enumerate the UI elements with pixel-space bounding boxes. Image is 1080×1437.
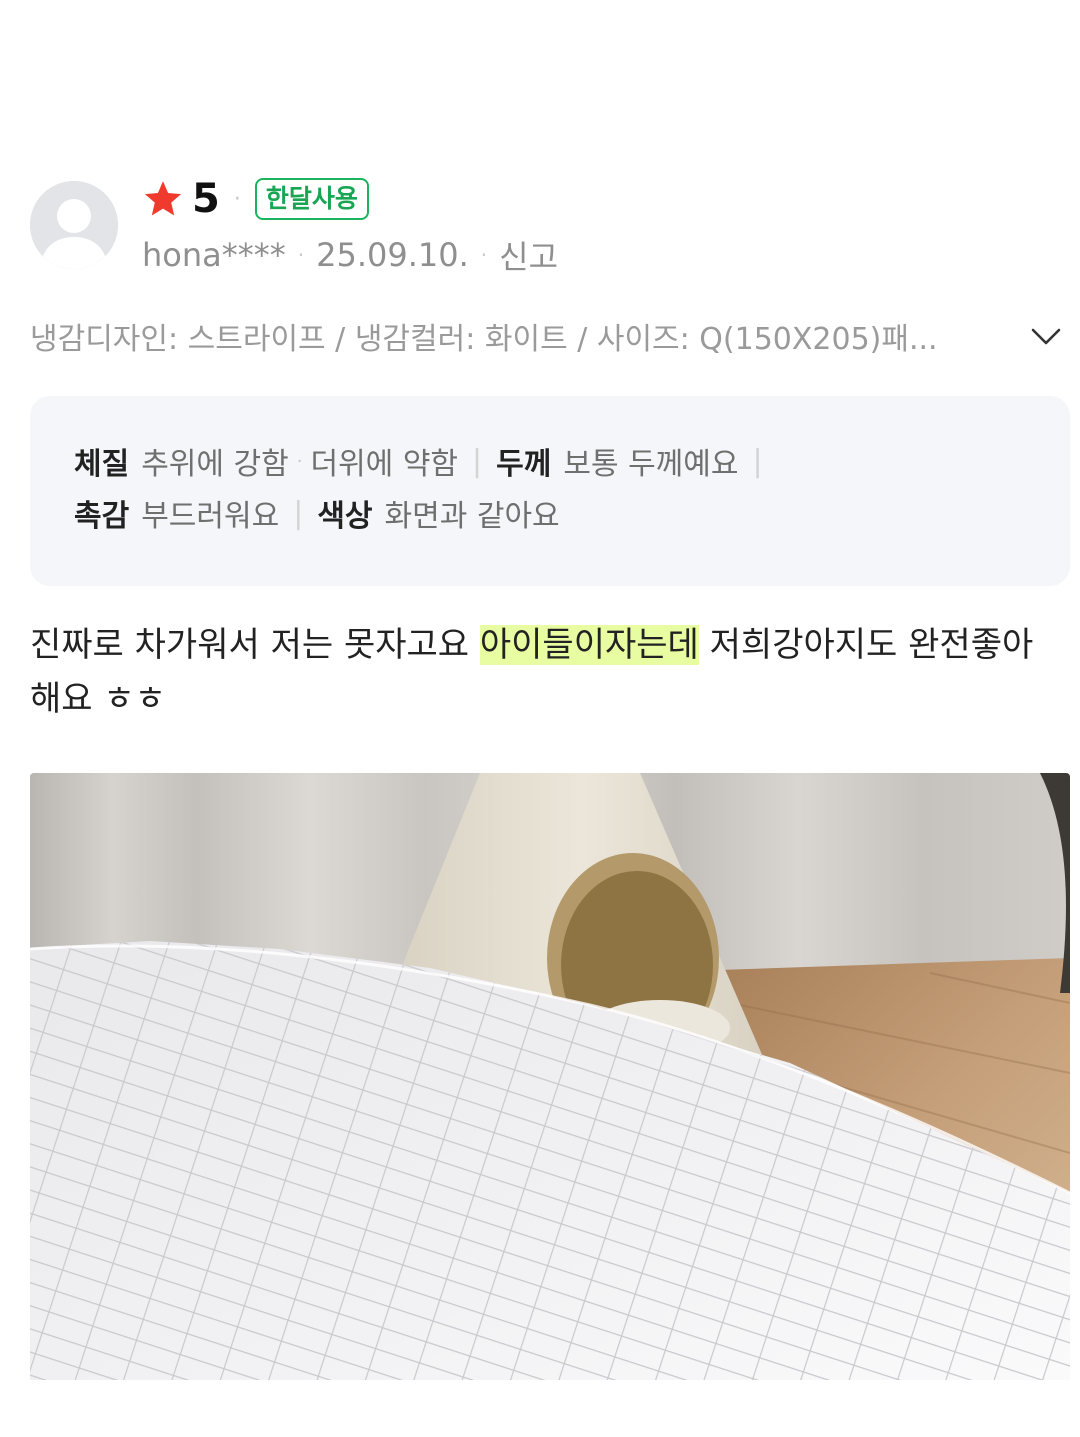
separator-dot: · [233, 186, 241, 212]
purchase-options-text: 냉감디자인: 스트라이프 / 냉감컬러: 화이트 / 사이즈: Q(150X20… [30, 322, 938, 357]
attribute-value: 부드러워요 [141, 499, 280, 534]
review-text: 진짜로 차가워서 저는 못자고요 [30, 625, 480, 665]
usage-badge: 한달사용 [254, 178, 369, 220]
rating-score: 5 [192, 176, 220, 222]
report-button[interactable]: 신고 [499, 232, 558, 278]
rating-row: 5 · 한달사용 [142, 176, 369, 222]
divider: | [752, 443, 763, 479]
review-attributes: 체질 추위에 강함 · 더위에 약함 | 두께 보통 두께예요 | 촉감 부드러… [30, 396, 1070, 586]
attribute-value: 보통 두께예요 [563, 447, 739, 482]
review-photo[interactable] [30, 773, 1070, 1380]
attribute-value: 추위에 강함 [141, 447, 289, 482]
attribute-key-texture: 촉감 [74, 499, 130, 534]
attribute-line: 촉감 부드러워요 | 색상 화면과 같아요 [74, 492, 560, 535]
separator-dot: · [297, 243, 305, 267]
review-body: 진짜로 차가워서 저는 못자고요 아이들이자는데 저희강아지도 완전좋아해요 ㅎ… [30, 618, 1060, 726]
divider: | [472, 443, 483, 479]
attribute-key-color: 색상 [317, 499, 373, 534]
attribute-key-constitution: 체질 [74, 447, 130, 482]
attribute-key-thickness: 두께 [496, 447, 552, 482]
chevron-down-icon[interactable] [1030, 322, 1062, 350]
review-card: 5 · 한달사용 hona**** · 25.09.10. · 신고 냉감디자인… [0, 0, 1080, 1437]
attribute-line: 체질 추위에 강함 · 더위에 약함 | 두께 보통 두께예요 | [74, 440, 777, 483]
avatar[interactable] [30, 181, 118, 269]
divider: | [293, 495, 304, 531]
author-name: hona**** [142, 236, 286, 274]
attribute-value: 화면과 같아요 [384, 499, 560, 534]
photo-bed-pad-with-pet-tent [30, 773, 1070, 1380]
user-placeholder-icon [30, 181, 118, 269]
attribute-value: 더위에 약함 [310, 447, 459, 482]
review-meta: hona**** · 25.09.10. · 신고 [142, 233, 558, 277]
review-highlight: 아이들이자는데 [479, 625, 699, 665]
review-date: 25.09.10. [316, 236, 469, 274]
separator-dot: · [296, 450, 303, 472]
star-icon [144, 181, 182, 216]
purchase-options[interactable]: 냉감디자인: 스트라이프 / 냉감컬러: 화이트 / 사이즈: Q(150X20… [30, 313, 1070, 359]
separator-dot: · [480, 243, 488, 267]
